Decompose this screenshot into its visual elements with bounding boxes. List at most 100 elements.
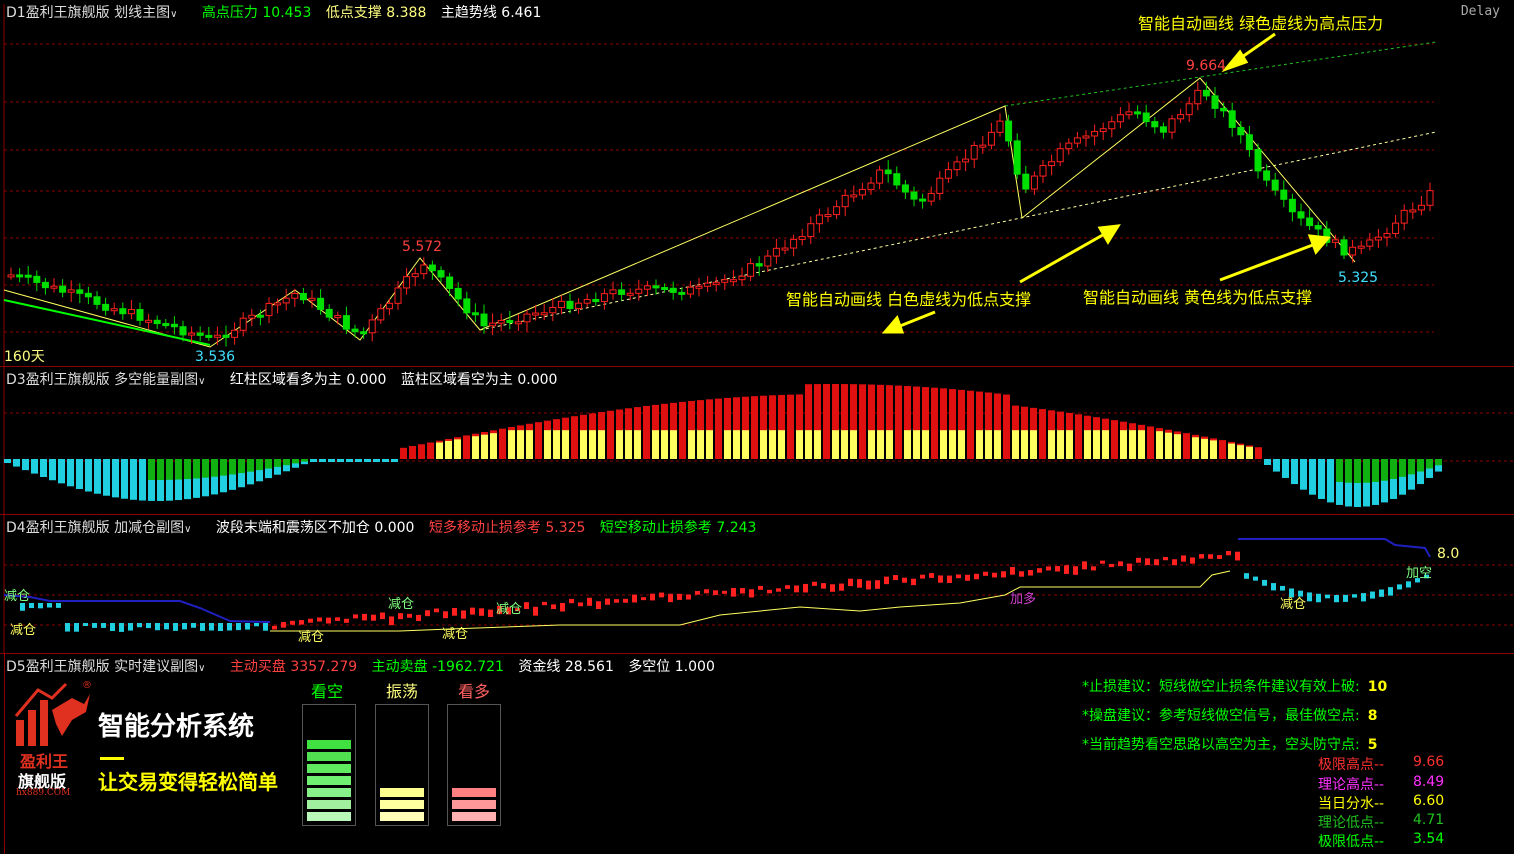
main-chart-pane[interactable]: D1盈利王旗舰版 划线主图∨ 高点压力 10.453 低点支撑 8.388 主趋… (0, 0, 1514, 366)
chevron-down-icon[interactable]: ∨ (198, 663, 205, 674)
position-mark (1316, 593, 1321, 603)
candlestick (41, 277, 49, 295)
energy-bar (814, 384, 821, 459)
position-chart[interactable] (0, 515, 1514, 653)
candlestick (110, 302, 118, 316)
tower-bull (447, 704, 501, 826)
candlestick (721, 274, 729, 291)
position-mark (830, 584, 835, 592)
candlestick (1417, 195, 1425, 216)
position-mark (488, 609, 493, 617)
level-limit-high: 极限高点-- 9.66 (1318, 754, 1445, 773)
candlestick (1168, 114, 1176, 139)
candlestick (944, 161, 952, 183)
energy-bar-chart[interactable] (0, 367, 1514, 514)
candlestick (953, 156, 961, 177)
energy-bar (868, 384, 875, 459)
energy-bar (553, 419, 560, 459)
tag-reduce: 减仓 (4, 589, 31, 604)
candlestick (772, 238, 780, 264)
advice-line-trend: *当前趋势看空思路以高空为主，空头防守点: 5 (1082, 737, 1378, 753)
energy-bar (778, 394, 785, 459)
candlestick (1297, 203, 1305, 226)
energy-bar (1408, 459, 1415, 490)
position-mark (524, 602, 529, 609)
candlestick-chart[interactable] (0, 0, 1514, 366)
position-mark (1307, 592, 1312, 602)
position-mark (776, 588, 781, 592)
candlestick (351, 324, 359, 338)
energy-bar (310, 459, 317, 462)
position-mark (299, 620, 304, 625)
energy-bar (211, 459, 218, 495)
position-mark (110, 623, 115, 631)
position-mark (1064, 565, 1069, 574)
tag-reduce: 减仓 (388, 597, 415, 612)
position-mark (290, 620, 295, 625)
candlestick (1082, 130, 1090, 147)
candlestick (1194, 81, 1202, 111)
position-mark (236, 623, 241, 631)
advice-line-stop: *止损建议：短线做空止损条件建议有效上破: 10 (1082, 679, 1388, 695)
position-mark (209, 623, 214, 631)
candlestick (592, 292, 600, 306)
position-mark (857, 579, 862, 588)
tower-segment (380, 800, 424, 809)
energy-bar (346, 459, 353, 462)
energy-bar (121, 459, 128, 499)
position-mark (1370, 591, 1375, 599)
position-pane[interactable]: D4盈利王旗舰版 加减仓副图∨ 波段末端和震荡区不加仓 0.000 短多移动止损… (0, 515, 1514, 653)
advice-pane[interactable]: D5盈利王旗舰版 实时建议副图∨ 主动买盘 3357.279 主动卖盘 -196… (0, 654, 1514, 854)
position-mark (317, 617, 322, 622)
energy-bar (1399, 459, 1406, 495)
candlestick (385, 298, 393, 316)
candlestick (1116, 107, 1124, 129)
position-mark (155, 623, 160, 631)
candlestick (76, 283, 84, 304)
advice-title[interactable]: D5盈利王旗舰版 实时建议副图∨ (6, 659, 215, 675)
energy-bar (409, 446, 416, 459)
energy-bar (274, 459, 281, 475)
tower-bear (302, 704, 356, 826)
energy-bar (427, 442, 434, 459)
energy-bar (391, 459, 398, 462)
position-mark (263, 623, 268, 631)
energy-pane[interactable]: D3盈利王旗舰版 多空能量副图∨ 红柱区域看多为主 0.000 蓝柱区域看空为主… (0, 367, 1514, 514)
energy-bar (490, 430, 497, 459)
position-mark (308, 618, 313, 623)
days-label: 160天 (4, 349, 45, 365)
candlestick (67, 280, 75, 303)
energy-bar (661, 403, 668, 459)
energy-bar (913, 386, 920, 459)
position-mark (353, 614, 358, 619)
energy-bar (472, 433, 479, 459)
position-mark (767, 589, 772, 594)
candlestick (1099, 122, 1107, 140)
position-mark (1397, 584, 1402, 590)
candlestick (471, 303, 479, 323)
energy-bar (1327, 459, 1334, 503)
tower-segment (307, 812, 351, 821)
position-mark (227, 623, 232, 631)
candlestick (600, 288, 608, 310)
energy-bar (598, 412, 605, 459)
candlestick (738, 267, 746, 287)
position-mark (884, 576, 889, 585)
energy-bar (859, 384, 866, 459)
position-mark (668, 593, 673, 603)
candlestick (979, 136, 987, 154)
candlestick (162, 319, 170, 329)
position-mark (470, 607, 475, 615)
position-mark (812, 581, 817, 586)
position-mark (47, 603, 52, 608)
level-day-split: 当日分水-- 6.60 (1318, 793, 1445, 812)
energy-bar (463, 435, 470, 459)
energy-bar (643, 405, 650, 459)
energy-bar (1246, 445, 1253, 459)
energy-bar (1435, 459, 1442, 472)
position-mark (704, 589, 709, 594)
position-mark (1199, 554, 1204, 559)
energy-bar (805, 384, 812, 459)
energy-bar (1372, 459, 1379, 505)
position-mark (1163, 556, 1168, 561)
